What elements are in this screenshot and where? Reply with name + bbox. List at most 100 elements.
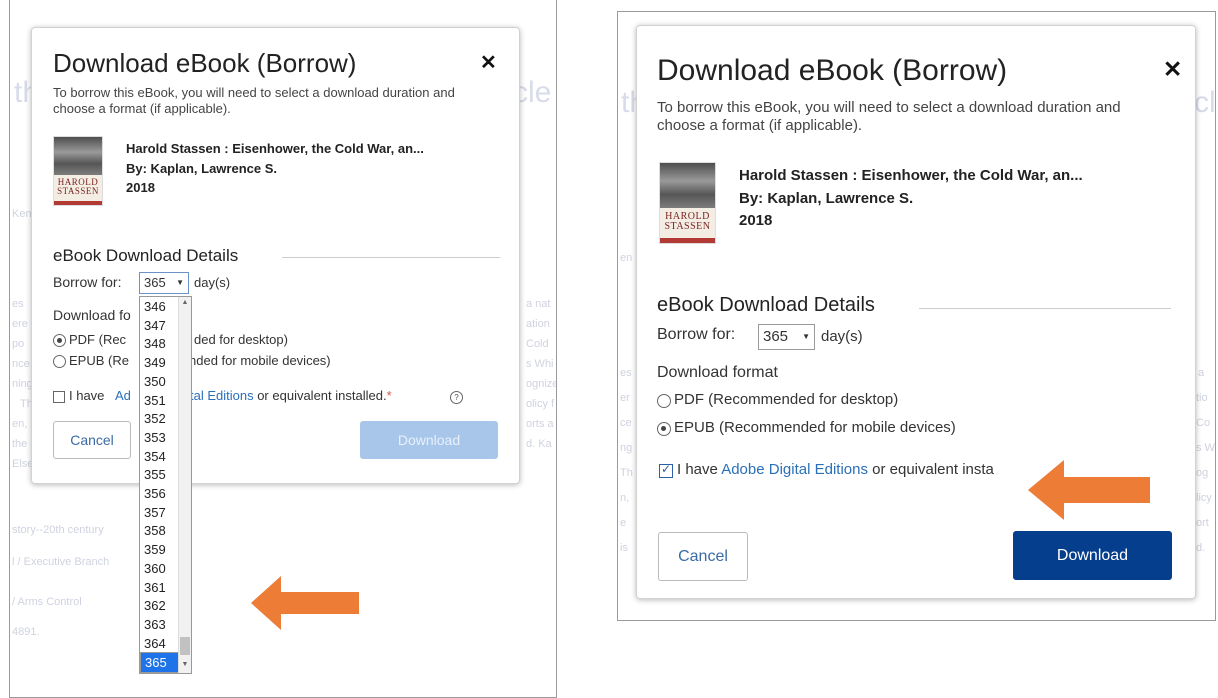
format-label: Download format bbox=[657, 364, 778, 381]
background-text: s Whi bbox=[526, 358, 554, 370]
scrollbar-thumb[interactable] bbox=[180, 637, 190, 655]
caret-down-icon: ▼ bbox=[802, 332, 810, 341]
dropdown-option[interactable]: 353 bbox=[140, 428, 180, 447]
ade-label-prefix: I have bbox=[69, 388, 105, 403]
download-button[interactable]: Download bbox=[1013, 531, 1172, 580]
download-modal: Download eBook (Borrow) ✕ To borrow this… bbox=[31, 27, 520, 484]
epub-label-start: EPUB (Re bbox=[69, 353, 129, 368]
dropdown-option[interactable]: 348 bbox=[140, 334, 180, 353]
pdf-radio[interactable] bbox=[657, 394, 671, 408]
ade-link-start[interactable]: Ad bbox=[115, 388, 131, 403]
arrow-left-icon bbox=[251, 576, 359, 630]
format-label: Download fo bbox=[53, 307, 131, 323]
dropdown-option[interactable]: 356 bbox=[140, 484, 180, 503]
dropdown-option[interactable]: 357 bbox=[140, 503, 180, 522]
caret-down-icon: ▼ bbox=[176, 278, 184, 287]
ade-link-end[interactable]: tal Editions bbox=[190, 388, 254, 403]
background-text: ere bbox=[12, 318, 28, 330]
ade-label: I have Adobe Digital Editions or equival… bbox=[677, 461, 994, 478]
pdf-label-end: ded for desktop) bbox=[194, 332, 288, 347]
cover-title: HAROLD STASSEN bbox=[664, 211, 711, 232]
book-cover: HAROLD STASSEN bbox=[53, 136, 103, 206]
background-text: ce bbox=[620, 417, 632, 429]
section-divider bbox=[919, 308, 1171, 309]
dropdown-option[interactable]: 360 bbox=[140, 559, 180, 578]
epub-label-end: nded for mobile devices) bbox=[189, 353, 331, 368]
dropdown-option[interactable]: 362 bbox=[140, 596, 180, 615]
background-text: tio bbox=[1196, 392, 1208, 404]
epub-radio[interactable] bbox=[657, 422, 671, 436]
help-icon[interactable]: ? bbox=[450, 391, 463, 404]
background-text: Cold bbox=[526, 338, 549, 350]
background-text: Th bbox=[620, 467, 633, 479]
borrow-label: Borrow for: bbox=[53, 274, 122, 290]
ade-checkbox[interactable] bbox=[53, 391, 65, 403]
background-text: is bbox=[620, 542, 628, 554]
background-text: ort bbox=[1196, 517, 1209, 529]
book-author: By: Kaplan, Lawrence S. bbox=[739, 190, 914, 207]
background-text: ation bbox=[526, 318, 550, 330]
background-text: s W bbox=[1196, 442, 1215, 454]
borrow-duration-select[interactable]: 365 ▼ bbox=[139, 272, 189, 294]
background-text: ognize bbox=[526, 378, 557, 390]
book-author: By: Kaplan, Lawrence S. bbox=[126, 161, 277, 176]
book-cover: HAROLD STASSEN bbox=[659, 162, 716, 244]
modal-description: To borrow this eBook, you will need to s… bbox=[53, 85, 455, 116]
download-button[interactable]: Download bbox=[360, 421, 498, 459]
dropdown-option[interactable]: 363 bbox=[140, 615, 180, 634]
scroll-up-icon[interactable]: ▲ bbox=[179, 299, 191, 306]
ade-label-suffix: or equivalent installed. bbox=[253, 388, 387, 403]
borrow-duration-dropdown-list[interactable]: 346 347 348 349 350 351 352 353 354 355 356 357 358 3… bbox=[139, 296, 192, 674]
background-text: d. bbox=[1196, 542, 1206, 554]
background-text: nce bbox=[12, 358, 30, 370]
background-text: cl bbox=[1194, 86, 1216, 119]
checkmark-icon: ✓ bbox=[661, 462, 672, 476]
dropdown-option[interactable]: 361 bbox=[140, 578, 180, 597]
background-text: Ken bbox=[12, 208, 32, 220]
book-title: Harold Stassen : Eisenhower, the Cold Wa… bbox=[739, 167, 1083, 184]
dropdown-option[interactable]: 365 bbox=[140, 652, 182, 673]
dropdown-option[interactable]: 359 bbox=[140, 540, 180, 559]
borrow-duration-value: 365 bbox=[763, 328, 789, 345]
dropdown-option[interactable]: 349 bbox=[140, 353, 180, 372]
background-text: og bbox=[1196, 467, 1209, 479]
cancel-button[interactable]: Cancel bbox=[53, 421, 131, 459]
dropdown-option[interactable]: 364 bbox=[140, 634, 180, 653]
background-text: licy bbox=[1196, 492, 1212, 504]
book-year: 2018 bbox=[126, 180, 155, 195]
left-screenshot-frame: th cle Ken es ere po nce ning Th en, the… bbox=[9, 0, 557, 698]
ade-checkbox[interactable]: ✓ bbox=[659, 462, 673, 478]
modal-title: Download eBook (Borrow) bbox=[53, 48, 357, 78]
dropdown-option[interactable]: 350 bbox=[140, 372, 180, 391]
dropdown-option[interactable]: 346 bbox=[140, 297, 180, 316]
background-text: e bbox=[620, 517, 627, 529]
background-text: ning bbox=[12, 378, 33, 390]
dropdown-option[interactable]: 352 bbox=[140, 409, 180, 428]
background-text: olicy f bbox=[526, 398, 555, 410]
dropdown-option[interactable]: 355 bbox=[140, 465, 180, 484]
cover-stripe bbox=[54, 201, 102, 205]
background-text: Co bbox=[1196, 417, 1211, 429]
close-icon[interactable]: ✕ bbox=[480, 50, 497, 75]
cover-photo bbox=[660, 163, 715, 208]
borrow-duration-select[interactable]: 365 ▼ bbox=[758, 324, 815, 350]
scroll-down-icon[interactable]: ▼ bbox=[179, 661, 191, 668]
dropdown-option[interactable]: 351 bbox=[140, 391, 180, 410]
pdf-radio[interactable] bbox=[53, 334, 66, 347]
epub-radio[interactable] bbox=[53, 355, 66, 368]
required-mark: * bbox=[386, 388, 392, 403]
ade-label-prefix: I have bbox=[677, 461, 722, 478]
dropdown-option[interactable]: 347 bbox=[140, 316, 180, 335]
arrow-left-icon bbox=[1028, 460, 1150, 520]
ade-link[interactable]: Adobe Digital Editions bbox=[721, 461, 868, 478]
ade-label-end: tal Editions or equivalent installed.* bbox=[190, 388, 392, 403]
background-text: po bbox=[12, 338, 25, 350]
close-icon[interactable]: ✕ bbox=[1163, 56, 1182, 83]
dropdown-option[interactable]: 354 bbox=[140, 447, 180, 466]
dropdown-scrollbar[interactable] bbox=[178, 297, 191, 673]
background-text: a nat bbox=[526, 298, 551, 310]
book-year: 2018 bbox=[739, 212, 773, 229]
modal-description: To borrow this eBook, you will need to s… bbox=[657, 99, 1121, 134]
dropdown-option[interactable]: 358 bbox=[140, 521, 180, 540]
cancel-button[interactable]: Cancel bbox=[658, 532, 748, 581]
